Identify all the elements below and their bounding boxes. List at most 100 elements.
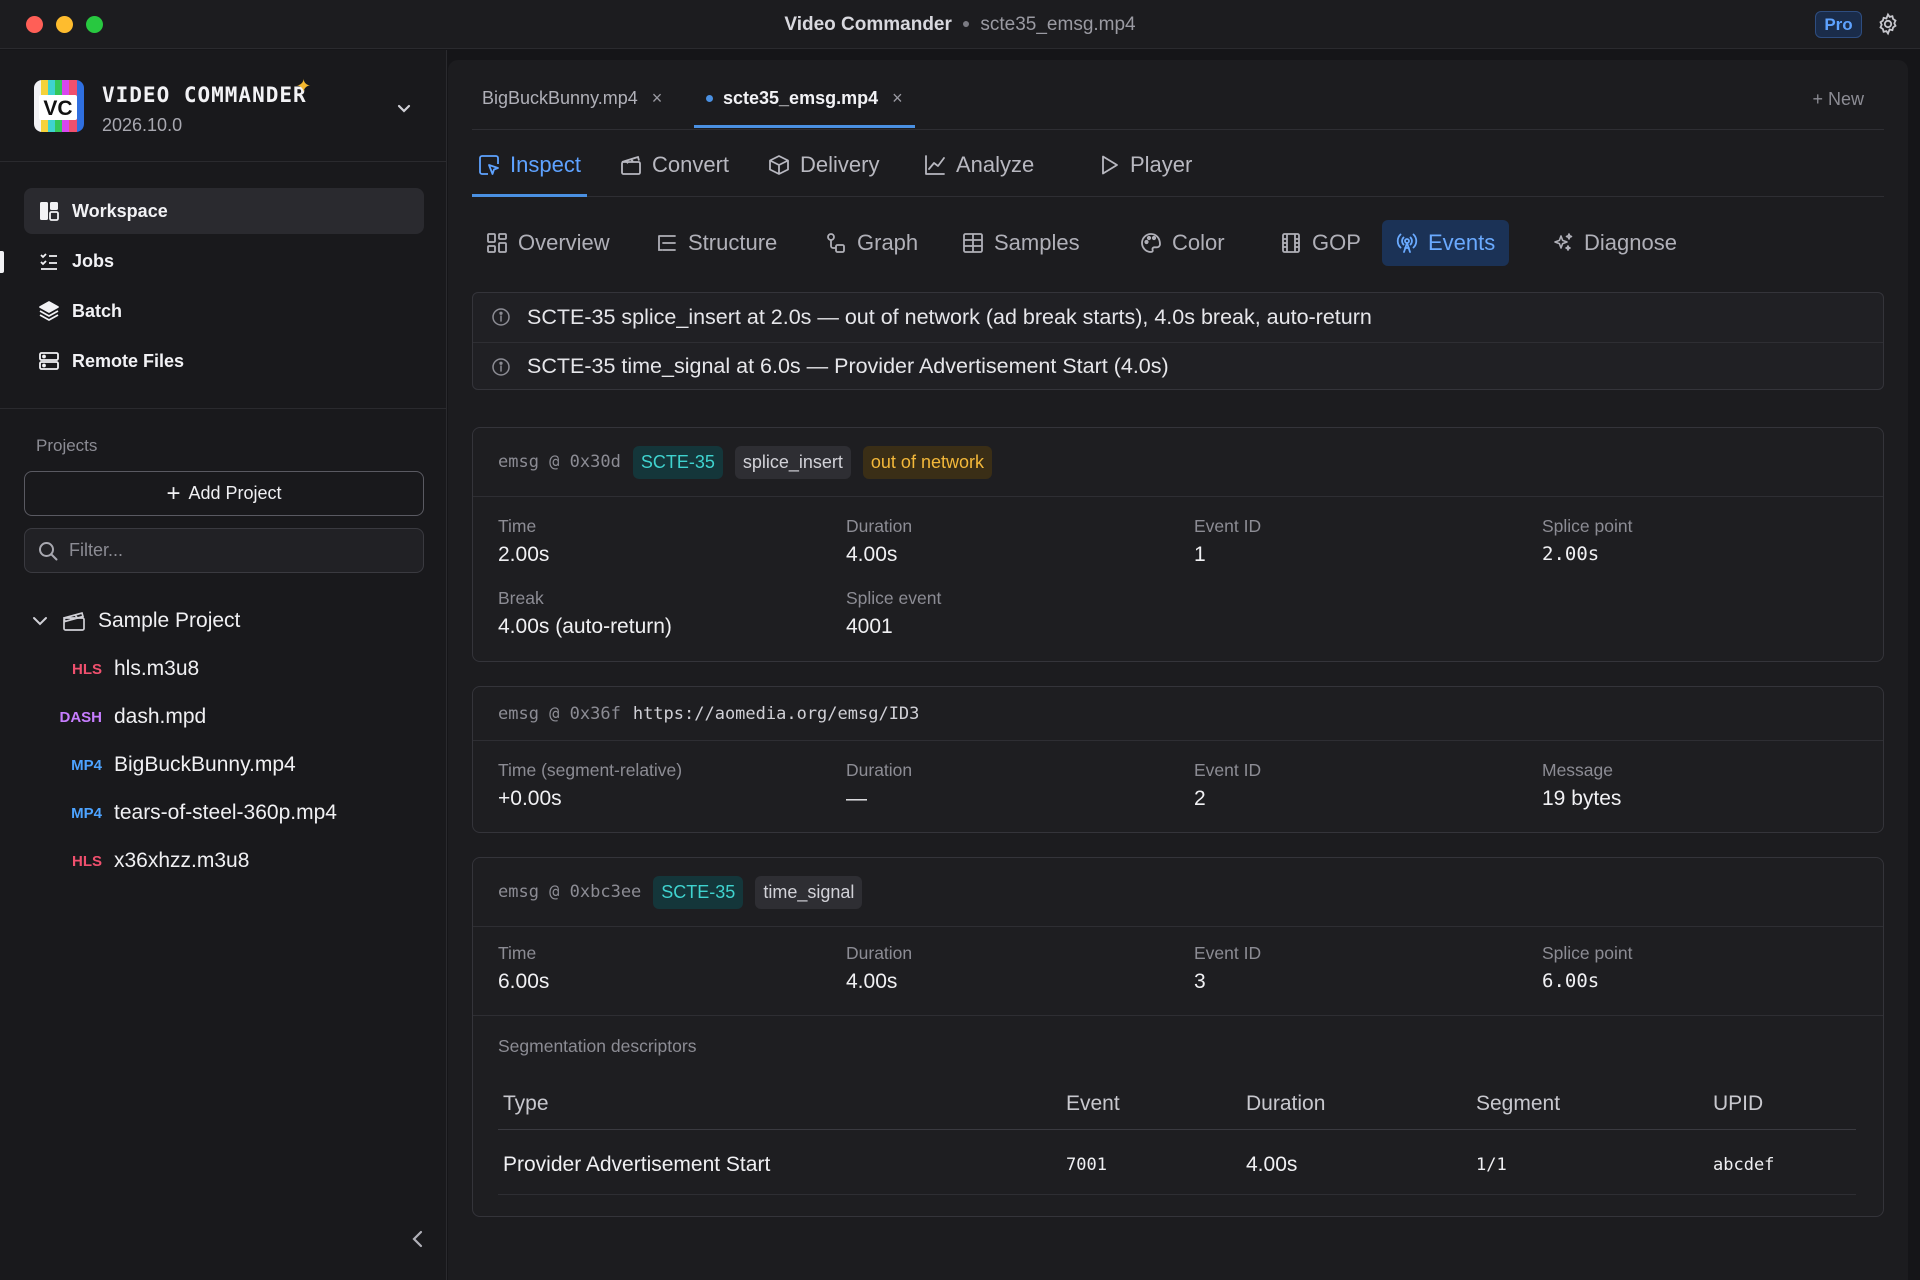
field-label: Time: [498, 943, 537, 963]
tab-diagnose[interactable]: Diagnose: [1538, 220, 1691, 266]
format-tag: HLS: [72, 852, 102, 870]
main-panel: BigBuckBunny.mp4 × scte35_emsg.mp4 × + N…: [448, 60, 1908, 1280]
column-header: Segment: [1476, 1092, 1561, 1115]
event-card: emsg @ 0x36f https://aomedia.org/emsg/ID…: [472, 686, 1884, 833]
inspect-subtab-bar: Overview Structure Graph Samples Color G…: [472, 220, 1884, 266]
table-header: Type Event Duration Segment UPID: [498, 1084, 1856, 1130]
divider: [0, 161, 447, 162]
chevron-down-icon[interactable]: [30, 611, 50, 631]
tab-color[interactable]: Color: [1126, 220, 1239, 266]
scheme-chip: SCTE-35: [632, 445, 723, 479]
tab-inspect[interactable]: Inspect: [472, 152, 587, 197]
title-separator: ●: [961, 15, 971, 31]
table-icon: [963, 233, 983, 253]
new-tab-button[interactable]: + New: [1812, 89, 1864, 110]
file-title: scte35_emsg.mp4: [980, 14, 1136, 35]
tab-player[interactable]: Player: [1098, 152, 1192, 197]
tab-label: Convert: [652, 152, 730, 177]
file-name: hls.m3u8: [114, 657, 200, 680]
tab-label: Delivery: [800, 152, 880, 177]
structure-icon: [658, 235, 676, 251]
project-filter[interactable]: [24, 528, 424, 573]
tab-convert[interactable]: Convert: [620, 152, 729, 197]
format-tag: HLS: [72, 660, 102, 678]
pro-badge[interactable]: Pro: [1815, 11, 1862, 38]
clapperboard-icon: [62, 611, 85, 631]
sidebar-item-batch[interactable]: Batch: [24, 288, 424, 334]
tab-analyze[interactable]: Analyze: [924, 152, 1034, 197]
layers-icon: [39, 301, 59, 321]
box-reference: emsg @ 0x36f: [498, 703, 621, 724]
chart-line-icon: [925, 155, 945, 175]
event-field: Time 6.00s: [498, 943, 549, 994]
sidebar-item-label: Remote Files: [72, 350, 185, 371]
brand-switcher[interactable]: VC VIDEO COMMANDER ✦ 2026.10.0: [34, 76, 414, 148]
field-value: 19 bytes: [1542, 787, 1622, 810]
project-name: Sample Project: [98, 609, 241, 632]
project-file-item[interactable]: HLS x36xhzz.m3u8: [40, 846, 249, 876]
project-file-item[interactable]: MP4 tears-of-steel-360p.mp4: [40, 798, 337, 828]
convert-icon: [621, 155, 641, 175]
tab-label: Inspect: [510, 152, 581, 177]
notice-text: SCTE-35 splice_insert at 2.0s — out of n…: [527, 304, 1372, 329]
jobs-icon: [40, 253, 57, 270]
sidebar-item-remote-files[interactable]: Remote Files: [24, 338, 424, 384]
project-file-item[interactable]: HLS hls.m3u8: [40, 654, 199, 684]
file-tab-label: BigBuckBunny.mp4: [482, 88, 638, 108]
sparkle-icon: [1554, 233, 1573, 251]
collapse-sidebar-icon[interactable]: [408, 1228, 428, 1250]
tab-label: Color: [1172, 230, 1225, 255]
project-file-item[interactable]: DASH dash.mpd: [40, 702, 206, 732]
active-indicator: [0, 251, 4, 273]
file-name: x36xhzz.m3u8: [114, 849, 250, 872]
notice-row: SCTE-35 splice_insert at 2.0s — out of n…: [473, 293, 1883, 341]
format-tag: MP4: [71, 804, 102, 822]
file-tab-label: scte35_emsg.mp4: [723, 88, 879, 108]
tab-gop[interactable]: GOP: [1266, 220, 1375, 266]
file-tab-scte35[interactable]: scte35_emsg.mp4 ×: [694, 88, 915, 128]
event-field: Duration —: [846, 760, 912, 811]
filter-input[interactable]: [69, 540, 389, 561]
sidebar-item-workspace[interactable]: Workspace: [24, 188, 424, 234]
tab-events[interactable]: Events: [1382, 220, 1510, 266]
tab-delivery[interactable]: Delivery: [768, 152, 879, 197]
add-project-button[interactable]: + Add Project: [24, 471, 424, 516]
gear-icon[interactable]: [1876, 12, 1900, 36]
project-file-item[interactable]: MP4 BigBuckBunny.mp4: [40, 750, 296, 780]
broadcast-icon: [1396, 233, 1418, 253]
inspect-icon: [479, 155, 499, 175]
column-header: Event: [1066, 1092, 1120, 1115]
field-label: Splice event: [846, 588, 942, 608]
brand-name: VIDEO COMMANDER: [102, 83, 307, 107]
tab-label: GOP: [1312, 230, 1361, 255]
close-icon[interactable]: ×: [892, 88, 903, 109]
tab-label: Diagnose: [1584, 230, 1677, 255]
event-field: Time (segment-relative) +0.00s: [498, 760, 682, 811]
events-summary: SCTE-35 splice_insert at 2.0s — out of n…: [472, 292, 1884, 390]
tab-label: Overview: [518, 230, 610, 255]
add-project-label: Add Project: [188, 483, 282, 503]
project-tree-item[interactable]: Sample Project: [30, 606, 240, 636]
file-tab-bigbuckbunny[interactable]: BigBuckBunny.mp4 ×: [482, 88, 662, 128]
tab-samples[interactable]: Samples: [948, 220, 1094, 266]
tab-structure[interactable]: Structure: [642, 220, 791, 266]
field-label: Event ID: [1194, 760, 1262, 780]
event-card-header: emsg @ 0x30d SCTE-35 splice_insert out o…: [473, 428, 1883, 497]
box-reference: emsg @ 0x30d: [498, 452, 621, 472]
svg-text:VC: VC: [43, 97, 72, 120]
divider: [0, 408, 447, 409]
event-field: Break 4.00s (auto-return): [498, 588, 672, 639]
field-label: Time (segment-relative): [498, 760, 683, 780]
table-cell: abcdef: [1713, 1155, 1775, 1175]
tab-label: Events: [1428, 230, 1496, 255]
command-chip: splice_insert: [734, 445, 851, 479]
event-card-header: emsg @ 0x36f https://aomedia.org/emsg/ID…: [473, 687, 1883, 741]
sidebar: VC VIDEO COMMANDER ✦ 2026.10.0 Workspace…: [0, 50, 447, 1280]
field-value: 4.00s (auto-return): [498, 615, 672, 638]
close-icon[interactable]: ×: [652, 88, 663, 109]
file-tab-bar: BigBuckBunny.mp4 × scte35_emsg.mp4 × + N…: [472, 60, 1884, 130]
tab-graph[interactable]: Graph: [811, 220, 932, 266]
tab-label: Graph: [857, 230, 919, 255]
sidebar-item-jobs[interactable]: Jobs: [24, 238, 424, 284]
tab-overview[interactable]: Overview: [472, 220, 624, 266]
